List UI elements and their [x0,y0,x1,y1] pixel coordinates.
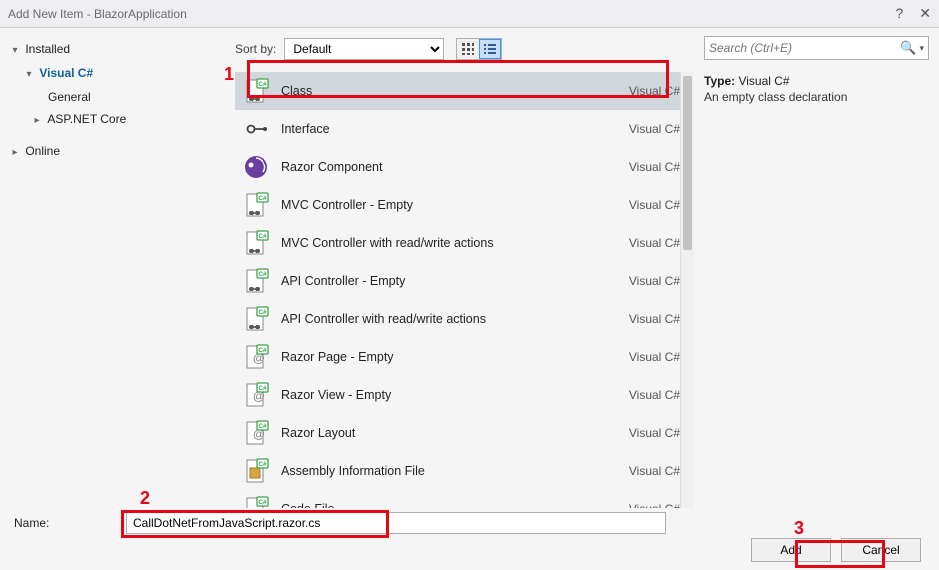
cs-file-icon [243,230,269,256]
template-language: Visual C# [629,274,680,288]
search-input[interactable] [709,41,900,55]
view-list-button[interactable] [479,39,501,59]
view-mode-group [456,38,502,60]
asm-file-icon [243,458,269,484]
tree-node-visual-csharp[interactable]: Visual C# [10,62,223,86]
name-input[interactable] [126,512,666,534]
template-row[interactable]: Razor View - Empty Visual C# [235,376,690,414]
chevron-down-icon[interactable] [10,40,20,62]
chevron-down-icon[interactable] [24,64,34,86]
chevron-down-icon[interactable]: ▾ [919,43,924,54]
search-box[interactable]: 🔍 ▾ [704,36,929,60]
template-name: Razor Component [281,160,617,174]
dialog-buttons: Add Cancel [751,538,921,562]
template-row[interactable]: Interface Visual C# [235,110,690,148]
template-language: Visual C# [629,388,680,402]
tree-node-online[interactable]: Online [10,140,223,164]
cs-file-icon [243,78,269,104]
sort-toolbar: Sort by: Default [235,36,694,62]
template-row[interactable]: Razor Page - Empty Visual C# [235,338,690,376]
template-language: Visual C# [629,312,680,326]
template-name: MVC Controller with read/write actions [281,236,617,250]
type-line: Type: Visual C# [704,74,929,88]
tree-node-general[interactable]: General [10,86,223,108]
template-row[interactable]: Class Visual C# [235,72,690,110]
template-name: Interface [281,122,617,136]
razor-page-icon [243,344,269,370]
search-icon[interactable]: 🔍 [900,40,916,56]
template-language: Visual C# [629,464,680,478]
window-title: Add New Item - BlazorApplication [8,7,187,21]
sort-by-label: Sort by: [235,42,276,56]
template-name: Razor Page - Empty [281,350,617,364]
scrollbar-thumb[interactable] [683,76,692,250]
template-name: MVC Controller - Empty [281,198,617,212]
template-name: API Controller with read/write actions [281,312,617,326]
details-pane: 🔍 ▾ Type: Visual C# An empty class decla… [694,28,939,508]
template-name: Razor Layout [281,426,617,440]
view-grid-button[interactable] [457,39,479,59]
add-button[interactable]: Add [751,538,831,562]
template-row[interactable]: MVC Controller with read/write actions Vi… [235,224,690,262]
template-row[interactable]: Razor Layout Visual C# [235,414,690,452]
template-row[interactable]: API Controller with read/write actions Vi… [235,300,690,338]
template-language: Visual C# [629,502,680,508]
tree-node-installed[interactable]: Installed [10,38,223,62]
sort-by-select[interactable]: Default [284,38,444,60]
chevron-right-icon[interactable] [10,142,20,164]
template-row[interactable]: MVC Controller - Empty Visual C# [235,186,690,224]
template-language: Visual C# [629,426,680,440]
razor-page-icon [243,382,269,408]
cs-file-icon [243,192,269,218]
template-row[interactable]: Razor Component Visual C# [235,148,690,186]
help-icon[interactable]: ? [895,5,903,22]
name-label: Name: [14,516,114,530]
template-row[interactable]: API Controller - Empty Visual C# [235,262,690,300]
template-language: Visual C# [629,84,680,98]
cs-file-icon [243,306,269,332]
template-list[interactable]: ClassVisual C#InterfaceVisual C#Razor Co… [235,72,694,508]
window-titlebar: Add New Item - BlazorApplication ? ✕ [0,0,939,28]
interface-icon [243,116,269,142]
template-row[interactable]: Assembly Information File Visual C# [235,452,690,490]
cs-file-icon [243,268,269,294]
template-name: API Controller - Empty [281,274,617,288]
razor-comp-icon [243,154,269,180]
tree-node-aspnet-core[interactable]: ASP.NET Core [10,108,223,132]
template-language: Visual C# [629,198,680,212]
chevron-right-icon[interactable] [32,110,42,132]
template-language: Visual C# [629,160,680,174]
scrollbar[interactable] [680,72,694,508]
template-description: An empty class declaration [704,90,929,104]
name-row: Name: [0,508,939,538]
template-language: Visual C# [629,350,680,364]
template-name: Assembly Information File [281,464,617,478]
template-name: Razor View - Empty [281,388,617,402]
cancel-button[interactable]: Cancel [841,538,921,562]
razor-page-icon [243,420,269,446]
template-language: Visual C# [629,122,680,136]
template-name: Code File [281,502,617,508]
cs-file-icon [243,496,269,508]
category-tree: Installed Visual C# General ASP.NET Core… [0,28,235,508]
template-language: Visual C# [629,236,680,250]
template-row[interactable]: Code File Visual C# [235,490,690,508]
close-icon[interactable]: ✕ [919,5,931,22]
template-name: Class [281,84,617,98]
